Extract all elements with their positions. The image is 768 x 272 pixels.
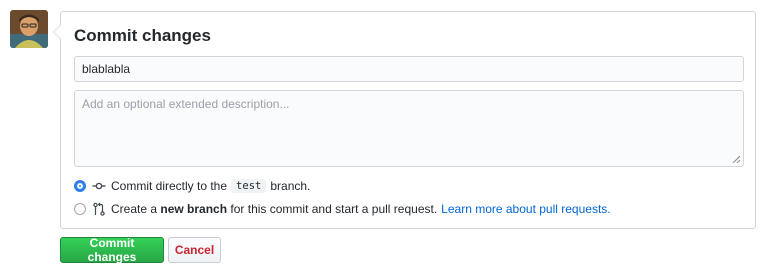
commit-summary-input[interactable]	[74, 56, 744, 82]
git-commit-icon	[92, 182, 106, 190]
new-branch-text-before: Create a	[111, 202, 158, 216]
user-avatar-photo	[10, 10, 48, 48]
form-title: Commit changes	[74, 26, 211, 45]
cancel-button[interactable]: Cancel	[168, 237, 221, 263]
new-branch-radio[interactable]	[74, 203, 86, 215]
commit-changes-button[interactable]: Commit changes	[60, 236, 164, 264]
branch-name: test	[231, 179, 267, 193]
git-pull-request-icon	[93, 202, 105, 216]
extended-description-textarea[interactable]	[74, 90, 744, 167]
resize-grip-icon[interactable]	[732, 155, 740, 163]
avatar[interactable]	[10, 10, 48, 48]
commit-direct-radio[interactable]	[74, 180, 86, 192]
new-branch-bold: new branch	[160, 202, 228, 216]
new-branch-text-after: for this commit and start a pull request…	[230, 202, 438, 216]
new-branch-option[interactable]: Create a new branch for this commit and …	[74, 202, 611, 216]
learn-more-pull-requests-link[interactable]: Learn more about pull requests.	[441, 202, 610, 216]
commit-direct-suffix: branch.	[270, 179, 311, 193]
commit-form: Commit changes Commit directly to the te…	[53, 11, 756, 229]
commit-direct-option[interactable]: Commit directly to the test branch.	[74, 179, 310, 193]
commit-direct-text: Commit directly to the	[111, 179, 228, 193]
